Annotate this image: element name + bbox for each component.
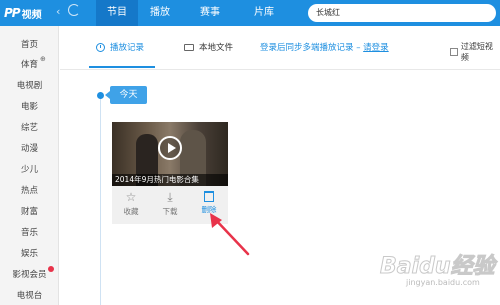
video-thumbnail[interactable]: 2014年9月热门电影合集 [112,122,228,186]
timeline-line [100,92,101,305]
watermark: Baidu经验 jingyan.baidu.com [380,248,498,298]
sidebar-item-music[interactable]: 音乐 [0,226,59,238]
top-bar: PP 视频 ‹ 节目 播放 赛事 片库 长城红 [0,0,500,26]
sidebar-item-entertainment[interactable]: 娱乐 [0,247,59,259]
logo-mark: PP [4,6,21,20]
play-icon[interactable] [158,136,182,160]
sidebar: 首页 体育 ⊕ 电视剧 电影 综艺 动漫 少儿 热点 财富 音乐 娱乐 影视会员… [0,26,59,305]
sidebar-item-hot[interactable]: 热点 [0,184,59,196]
vip-heart-icon [48,266,54,272]
sidebar-item-anime[interactable]: 动漫 [0,142,59,154]
tab-playback[interactable]: 播放 [140,0,180,26]
sidebar-item-finance[interactable]: 财富 [0,205,59,217]
active-tab-underline [89,66,155,68]
tab-local-files-label: 本地文件 [199,43,234,53]
download-button[interactable]: ⤓ 下载 [151,190,189,217]
refresh-icon[interactable] [68,4,80,16]
filter-short-video-toggle[interactable]: 过滤短视频 [450,41,500,63]
login-link[interactable]: 请登录 [363,43,389,53]
sidebar-item-tv-series[interactable]: 电视剧 [0,79,59,91]
clock-icon [96,42,105,52]
sidebar-item-variety[interactable]: 综艺 [0,121,59,133]
search-value: 长城红 [316,8,340,17]
sync-hint: 登录后同步多端播放记录 – 请登录 [260,41,389,53]
tab-events[interactable]: 赛事 [190,0,230,26]
tab-programs[interactable]: 节目 [96,0,138,26]
tab-play-history[interactable]: 播放记录 [96,41,144,53]
favorite-label: 收藏 [123,207,139,216]
sidebar-item-kids[interactable]: 少儿 [0,163,59,175]
video-title: 2014年9月热门电影合集 [112,174,228,186]
tab-play-history-label: 播放记录 [110,43,145,53]
app-logo[interactable]: PP 视频 [4,5,42,21]
timeline-dot [97,92,104,99]
sub-tab-bar: 播放记录 本地文件 登录后同步多端播放记录 – 请登录 过滤短视频 [60,26,500,70]
trash-icon [204,191,214,202]
logo-label: 视频 [21,9,42,21]
filter-label: 过滤短视频 [460,42,493,62]
sync-hint-text: 登录后同步多端播放记录 – [260,43,361,53]
sidebar-item-tv-stations[interactable]: 电视台 [0,289,59,301]
sidebar-item-movies[interactable]: 电影 [0,100,59,112]
date-label-today: 今天 [105,86,147,104]
search-input[interactable]: 长城红 [308,4,496,22]
watermark-url: jingyan.baidu.com [406,278,480,287]
annotation-arrow [210,213,250,256]
watermark-logo: Baidu经验 [380,254,496,280]
tab-library[interactable]: 片库 [244,0,284,26]
filter-checkbox[interactable] [450,48,458,56]
download-icon: ⤓ [167,190,173,204]
sports-live-icon: ⊕ [40,55,46,63]
favorite-button[interactable]: ☆ 收藏 [112,190,150,217]
sidebar-item-home[interactable]: 首页 [0,38,59,50]
folder-icon [184,43,194,51]
back-icon[interactable]: ‹ [56,5,60,18]
sidebar-item-sports[interactable]: 体育 [0,58,59,70]
video-card[interactable]: 2014年9月热门电影合集 ☆ 收藏 ⤓ 下载 删除 [112,122,228,224]
download-label: 下载 [162,207,178,216]
star-icon: ☆ [125,190,137,204]
tab-local-files[interactable]: 本地文件 [184,41,233,53]
